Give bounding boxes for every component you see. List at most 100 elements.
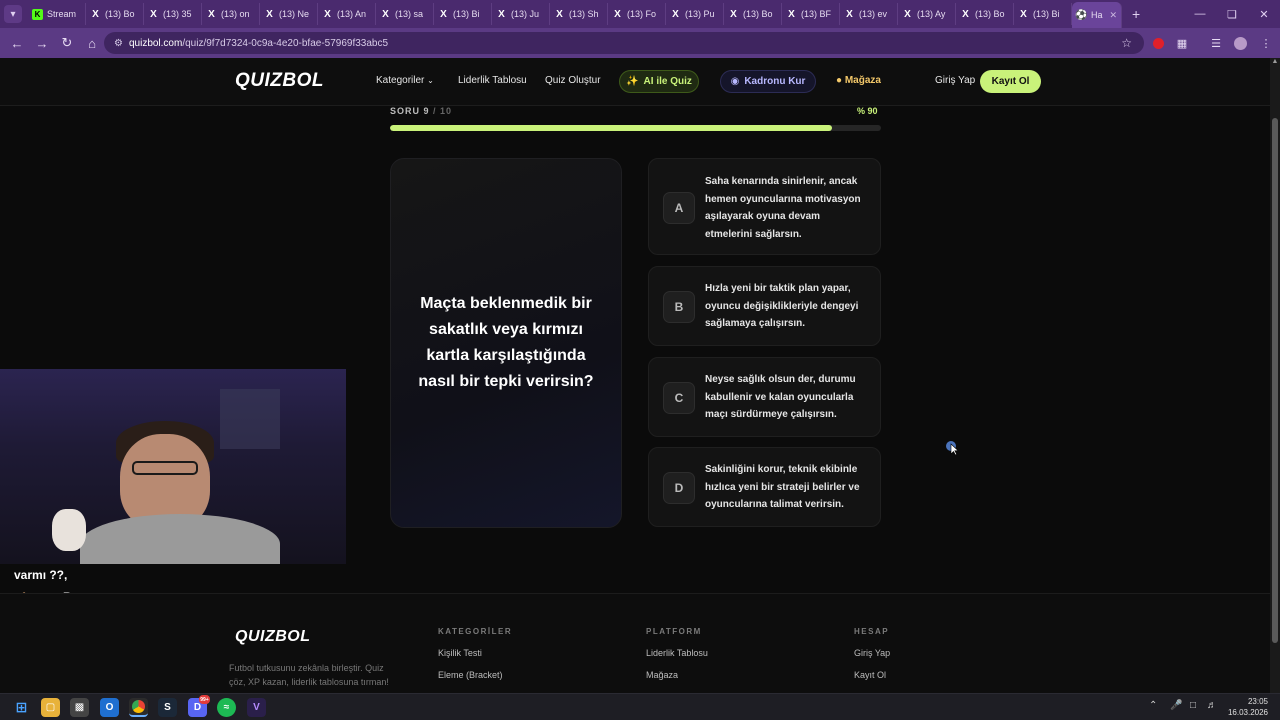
footer-logo[interactable]: QUIZBOL — [235, 628, 311, 646]
browser-tab[interactable]: X (13) Ne — [260, 3, 318, 25]
reading-list-icon[interactable]: ☰ — [1206, 33, 1226, 53]
browser-tab[interactable]: X (13) Ay — [898, 3, 956, 25]
footer-link[interactable]: Giriş Yap — [854, 648, 890, 658]
browser-tab-label: (13) Bo — [975, 9, 1005, 19]
browser-tab[interactable]: X (13) Bi — [434, 3, 492, 25]
browser-tab[interactable]: X (13) Ju — [492, 3, 550, 25]
browser-tab[interactable]: X (13) Bo — [724, 3, 782, 25]
windows-start-icon[interactable]: ⊞ — [12, 698, 31, 717]
site-info-icon[interactable]: ⚙ — [114, 38, 123, 49]
site-logo[interactable]: QUIZBOL — [235, 70, 324, 92]
browser-tab[interactable]: X (13) Sh — [550, 3, 608, 25]
tab-search-icon[interactable]: ▾ — [4, 5, 22, 23]
tray-chevron-up-icon[interactable]: ⌃ — [1149, 700, 1157, 711]
profile-avatar-icon[interactable] — [1230, 33, 1250, 53]
x-favicon-icon: X — [382, 8, 389, 20]
volume-icon[interactable]: ♬ — [1207, 700, 1217, 711]
nav-create-quiz[interactable]: Quiz Oluştur — [545, 75, 601, 86]
browser-tab-label: (13) ev — [859, 9, 888, 19]
chrome-icon[interactable] — [129, 698, 148, 717]
steam-icon[interactable]: S — [158, 698, 177, 717]
taskbar-clock[interactable]: 23:05 16.03.2026 — [1228, 696, 1268, 718]
browser-tab[interactable]: X (13) sa — [376, 3, 434, 25]
kick-favicon-icon: K — [32, 8, 43, 20]
x-favicon-icon: X — [846, 8, 853, 20]
address-bar[interactable]: ⚙ quizbol.com/quiz/9f7d7324-0c9a-4e20-bf… — [104, 32, 1144, 54]
coin-icon: ● — [836, 75, 843, 86]
browser-tab[interactable]: X (13) ev — [840, 3, 898, 25]
page-scrollbar[interactable]: ▲ — [1270, 58, 1280, 693]
footer-column-title: HESAP — [854, 627, 890, 636]
answer-option-b[interactable]: B Hızla yeni bir taktik plan yapar, oyunc… — [648, 266, 881, 346]
app-v-icon[interactable]: V — [247, 698, 266, 717]
new-tab-icon[interactable]: + — [1132, 6, 1148, 22]
browser-tab[interactable]: X (13) Pu — [666, 3, 724, 25]
ai-quiz-button[interactable]: ✨ AI ile Quiz — [619, 70, 699, 93]
site-footer: QUIZBOL Futbol tutkusunu zekânla birleşt… — [0, 593, 1270, 693]
answer-option-d[interactable]: D Sakinliğini korur, teknik ekibinle hızl… — [648, 447, 881, 527]
restore-icon[interactable]: ❏ — [1216, 0, 1248, 28]
reload-icon[interactable]: ↻ — [56, 32, 78, 54]
footer-link[interactable]: Mağaza — [646, 670, 678, 680]
footer-description: Futbol tutkusunu zekânla birleştir. Quiz… — [229, 663, 389, 687]
browser-tab[interactable]: K Stream — [28, 3, 86, 25]
browser-tab[interactable]: X (13) 35 — [144, 3, 202, 25]
forward-icon[interactable]: → — [31, 32, 53, 54]
scroll-up-icon[interactable]: ▲ — [1270, 58, 1280, 70]
x-favicon-icon: X — [440, 8, 447, 20]
network-icon[interactable]: □ — [1190, 700, 1196, 711]
chevron-down-icon: ⌄ — [427, 76, 434, 85]
nav-leaderboard[interactable]: Liderlik Tablosu — [458, 75, 527, 86]
signup-button[interactable]: Kayıt Ol — [980, 70, 1041, 93]
scrollbar-thumb[interactable] — [1272, 118, 1278, 643]
active-tab[interactable]: ⚽ Ha ✕ — [1072, 2, 1122, 28]
browser-tab[interactable]: X (13) Bo — [86, 3, 144, 25]
back-icon[interactable]: ← — [6, 32, 28, 54]
ball-icon: ◉ — [730, 76, 740, 87]
nav-categories[interactable]: Kategoriler ⌄ — [376, 75, 434, 86]
home-icon[interactable]: ⌂ — [81, 32, 103, 54]
answer-text: Sakinliğini korur, teknik ekibinle hızlı… — [705, 464, 860, 510]
extensions-puzzle-icon[interactable]: ▦ — [1172, 33, 1192, 53]
file-explorer-icon[interactable]: ▢ — [41, 698, 60, 717]
browser-tab[interactable]: X (13) BF — [782, 3, 840, 25]
footer-link[interactable]: Kayıt Ol — [854, 670, 886, 680]
squad-builder-label: Kadronu Kur — [744, 76, 806, 87]
answer-option-a[interactable]: A Saha kenarında sinirlenir, ancak hemen … — [648, 158, 881, 255]
tab-list: K Stream X (13) Bo X (13) 35 X (13) on X (13) Ne X… — [28, 3, 1072, 25]
outlook-icon[interactable]: O — [100, 698, 119, 717]
microphone-icon[interactable]: 🎤 — [1170, 700, 1182, 711]
active-tab-label: Ha — [1091, 10, 1103, 20]
browser-tab[interactable]: X (13) Bi — [1014, 3, 1072, 25]
close-window-icon[interactable]: ✕ — [1248, 0, 1280, 28]
active-tab-favicon-icon: ⚽ — [1075, 9, 1088, 21]
footer-link[interactable]: Eleme (Bracket) — [438, 670, 503, 680]
browser-tab-label: (13) on — [221, 9, 250, 19]
close-tab-icon[interactable]: ✕ — [1109, 10, 1117, 21]
windows-taskbar: ⊞ ▢ ▩ O S D 99+ ≈ V ⌃ 🎤 □ ♬ 23:05 16.03.… — [0, 693, 1280, 720]
browser-tab-label: (13) Fo — [627, 9, 657, 19]
clock-time: 23:05 — [1247, 697, 1268, 706]
browser-menu-icon[interactable]: ⋮ — [1256, 33, 1276, 53]
clock-date: 16.03.2026 — [1227, 708, 1268, 717]
nav-shop[interactable]: ● Mağaza — [836, 75, 881, 86]
browser-tab[interactable]: X (13) on — [202, 3, 260, 25]
browser-tab[interactable]: X (13) An — [318, 3, 376, 25]
answer-letter: D — [663, 472, 695, 504]
webcam-person-body — [80, 514, 280, 564]
progress-bar-fill — [390, 125, 832, 131]
footer-link[interactable]: Kişilik Testi — [438, 648, 482, 658]
browser-tab[interactable]: X (13) Bo — [956, 3, 1014, 25]
webcam-person-glasses — [132, 461, 198, 475]
answer-option-c[interactable]: C Neyse sağlık olsun der, durumu kabullen… — [648, 357, 881, 437]
login-link[interactable]: Giriş Yap — [935, 75, 975, 86]
browser-tab[interactable]: X (13) Fo — [608, 3, 666, 25]
nav-shop-label: Mağaza — [844, 75, 881, 86]
footer-link[interactable]: Liderlik Tablosu — [646, 648, 708, 658]
minimize-icon[interactable]: — — [1184, 0, 1216, 28]
spotify-icon[interactable]: ≈ — [217, 698, 236, 717]
store-icon[interactable]: ▩ — [70, 698, 89, 717]
squad-builder-button[interactable]: ◉ Kadronu Kur — [720, 70, 816, 93]
extension-opera-icon[interactable] — [1148, 33, 1168, 53]
bookmark-star-icon[interactable]: ☆ — [1121, 36, 1132, 50]
